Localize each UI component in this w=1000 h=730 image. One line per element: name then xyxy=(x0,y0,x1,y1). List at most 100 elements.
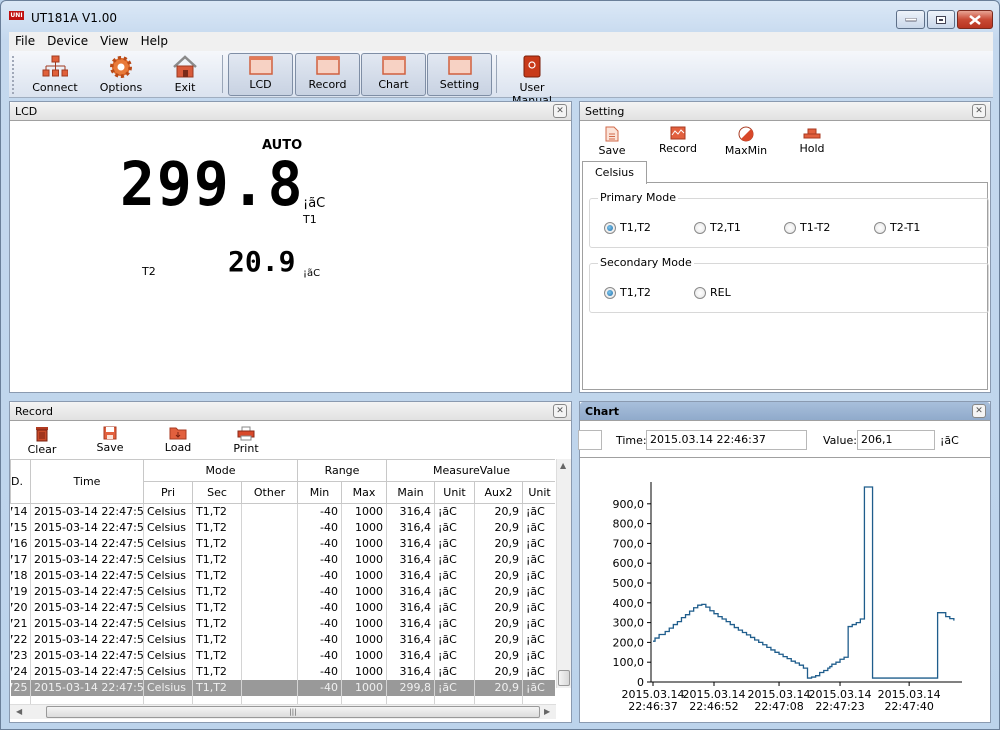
load-button[interactable]: Load xyxy=(148,424,208,454)
lcd-main-value: 299.8 xyxy=(120,148,305,220)
table-row[interactable]: 7252015-03-14 22:47:53CelsiusT1,T2 -40100… xyxy=(10,679,555,696)
setting-panel: Setting ✕ Save Record MaxMin Hold Celsius… xyxy=(579,101,991,393)
record-panel: Record ✕ Clear Save Load Print D. Time M… xyxy=(9,401,572,723)
chart-channel-field[interactable] xyxy=(578,430,602,450)
scroll-thumb[interactable] xyxy=(558,670,570,686)
col-header-no[interactable]: D. xyxy=(10,459,31,504)
options-button[interactable]: Options xyxy=(97,53,145,96)
setting-panel-close-icon[interactable]: ✕ xyxy=(972,104,986,118)
cell-unit: ¡ãC xyxy=(434,567,475,584)
tab-celsius[interactable]: Celsius xyxy=(582,161,647,184)
maximize-button[interactable] xyxy=(927,10,955,29)
user-manual-button[interactable]: User Manual xyxy=(501,53,563,107)
clear-button[interactable]: Clear xyxy=(12,424,72,456)
lcd-panel-header[interactable]: LCD ✕ xyxy=(10,102,571,121)
table-row[interactable]: 7142015-03-14 22:47:52CelsiusT1,T2 -40100… xyxy=(10,503,555,520)
menu-device[interactable]: Device xyxy=(41,32,94,50)
chart-panel-header[interactable]: Chart ✕ xyxy=(580,402,990,421)
table-row[interactable]: 7212015-03-14 22:47:53CelsiusT1,T2 -40100… xyxy=(10,615,555,632)
lcd-panel-close-icon[interactable]: ✕ xyxy=(553,104,567,118)
empty-cell xyxy=(192,695,242,704)
setting-record-button[interactable]: Record xyxy=(648,124,708,155)
close-button[interactable] xyxy=(957,10,993,29)
maxmin-button[interactable]: MaxMin xyxy=(716,124,776,157)
toolbar-grip[interactable] xyxy=(12,56,15,94)
exit-button[interactable]: Exit xyxy=(163,53,207,96)
connect-button[interactable]: Connect xyxy=(31,53,79,96)
table-row[interactable]: 7182015-03-14 22:47:53CelsiusT1,T2 -40100… xyxy=(10,567,555,584)
cell-no: 721 xyxy=(10,615,31,632)
chart-toggle-label: Chart xyxy=(378,78,409,91)
y-tick-label: 400,0 xyxy=(613,597,645,610)
setting-toggle-label: Setting xyxy=(439,78,480,91)
setting-panel-header[interactable]: Setting ✕ xyxy=(580,102,990,121)
menu-bar: File Device View Help xyxy=(9,32,993,51)
col-header-time[interactable]: Time xyxy=(30,459,144,504)
print-label: Print xyxy=(233,442,259,455)
primary-radio-t1t2[interactable]: T1,T2 xyxy=(604,221,651,234)
scroll-left-icon[interactable]: ◀ xyxy=(16,707,22,716)
record-panel-close-icon[interactable]: ✕ xyxy=(553,404,567,418)
record-horizontal-scrollbar[interactable]: ◀ ||| ▶ xyxy=(10,704,556,719)
col-header-unit[interactable]: Unit xyxy=(434,481,475,504)
scroll-up-icon[interactable]: ▲ xyxy=(560,461,566,470)
scroll-right-icon[interactable]: ▶ xyxy=(544,707,550,716)
record-toggle-button[interactable]: Record xyxy=(295,53,360,96)
cell-time: 2015-03-14 22:47:53 xyxy=(30,631,144,648)
table-row[interactable]: 7152015-03-14 22:47:52CelsiusT1,T2 -40100… xyxy=(10,519,555,536)
col-header-max[interactable]: Max xyxy=(341,481,387,504)
x-tick-label-time: 22:47:08 xyxy=(754,700,803,713)
col-header-pri[interactable]: Pri xyxy=(143,481,193,504)
table-row[interactable]: 7172015-03-14 22:47:52CelsiusT1,T2 -40100… xyxy=(10,551,555,568)
secondary-radio-t1t2[interactable]: T1,T2 xyxy=(604,286,651,299)
chart-toggle-button[interactable]: Chart xyxy=(361,53,426,96)
table-row[interactable]: 7232015-03-14 22:47:53CelsiusT1,T2 -40100… xyxy=(10,647,555,664)
title-bar[interactable]: UNI UT181A V1.00 xyxy=(1,1,999,31)
col-header-min[interactable]: Min xyxy=(297,481,342,504)
menu-help[interactable]: Help xyxy=(135,32,174,50)
table-row[interactable]: 7202015-03-14 22:47:53CelsiusT1,T2 -40100… xyxy=(10,599,555,616)
chart-value-field[interactable]: 206,1 xyxy=(857,430,935,450)
secondary-radio-rel[interactable]: REL xyxy=(694,286,731,299)
col-header-aux2-unit[interactable]: Unit xyxy=(521,481,555,504)
cell-time: 2015-03-14 22:47:53 xyxy=(30,615,144,632)
setting-toggle-button[interactable]: Setting xyxy=(427,53,492,96)
cell-pri: Celsius xyxy=(143,679,193,696)
primary-radio-t2t1[interactable]: T2,T1 xyxy=(694,221,741,234)
radio-unchecked-icon xyxy=(694,286,706,299)
col-header-other[interactable]: Other xyxy=(241,481,298,504)
table-row[interactable]: 7222015-03-14 22:47:53CelsiusT1,T2 -40100… xyxy=(10,631,555,648)
menu-file[interactable]: File xyxy=(9,32,41,50)
table-row[interactable]: 7242015-03-14 22:47:53CelsiusT1,T2 -40100… xyxy=(10,663,555,680)
toolbar-separator xyxy=(222,55,223,93)
record-vertical-scrollbar[interactable]: ▲ xyxy=(556,459,571,688)
minimize-button[interactable] xyxy=(896,10,925,29)
cell-aux2-unit: ¡ãC xyxy=(522,615,555,632)
chart-plot[interactable]: 0100,0200,0300,0400,0500,0600,0700,0800,… xyxy=(580,462,990,722)
print-button[interactable]: Print xyxy=(216,424,276,455)
table-row[interactable]: 7192015-03-14 22:47:53CelsiusT1,T2 -40100… xyxy=(10,583,555,600)
table-row[interactable]: 7162015-03-14 22:47:52CelsiusT1,T2 -40100… xyxy=(10,535,555,552)
chart-panel-close-icon[interactable]: ✕ xyxy=(972,404,986,418)
cell-min: -40 xyxy=(297,535,342,552)
cell-time: 2015-03-14 22:47:53 xyxy=(30,647,144,664)
col-header-main[interactable]: Main xyxy=(386,481,435,504)
record-panel-header[interactable]: Record ✕ xyxy=(10,402,571,421)
scroll-thumb[interactable]: ||| xyxy=(46,706,540,718)
col-header-aux2[interactable]: Aux2 xyxy=(474,481,523,504)
cell-unit: ¡ãC xyxy=(434,583,475,600)
chart-time-field[interactable]: 2015.03.14 22:46:37 xyxy=(646,430,807,450)
primary-radio-t1-minus-t2[interactable]: T1-T2 xyxy=(784,221,830,234)
lcd-toggle-button[interactable]: LCD xyxy=(228,53,293,96)
y-tick-label: 800,0 xyxy=(613,518,645,531)
menu-view[interactable]: View xyxy=(94,32,134,50)
primary-radio-t2-minus-t1[interactable]: T2-T1 xyxy=(874,221,920,234)
record-save-button[interactable]: Save xyxy=(80,424,140,454)
primary-mode-title: Primary Mode xyxy=(598,191,678,204)
hold-button[interactable]: Hold xyxy=(782,124,842,155)
cell-aux2-unit: ¡ãC xyxy=(522,583,555,600)
col-header-sec[interactable]: Sec xyxy=(192,481,242,504)
lcd-main-channel: T1 xyxy=(303,213,317,226)
cell-aux2: 20,9 xyxy=(474,631,523,648)
setting-save-button[interactable]: Save xyxy=(582,124,642,157)
